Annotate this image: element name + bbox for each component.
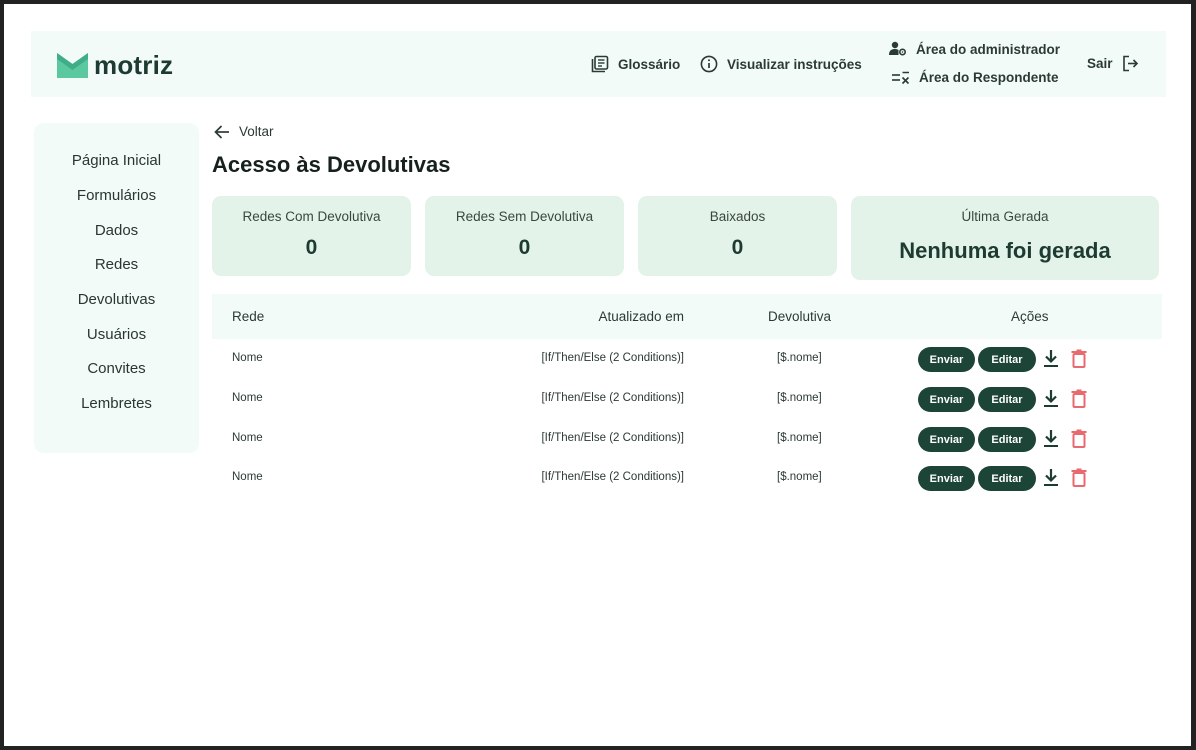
edit-button[interactable]: Editar — [978, 387, 1036, 412]
delete-icon[interactable] — [1071, 349, 1087, 368]
column-header-updated: Atualizado em — [598, 309, 684, 324]
download-icon[interactable] — [1043, 349, 1059, 368]
row-network: Nome — [232, 352, 263, 364]
column-header-feedback: Devolutiva — [768, 309, 832, 324]
delete-icon[interactable] — [1071, 468, 1087, 487]
sidebar-item-data[interactable]: Dados — [34, 222, 199, 239]
delete-icon[interactable] — [1071, 429, 1087, 448]
edit-button[interactable]: Editar — [978, 466, 1036, 491]
table-row: Nome [If/Then/Else (2 Conditions)] [$.no… — [212, 379, 1162, 419]
stat-card-last-generated: Última Gerada Nenhuma foi gerada — [851, 196, 1159, 280]
sidebar: Página Inicial Formulários Dados Redes D… — [34, 123, 199, 453]
user-gear-icon — [889, 41, 907, 56]
logout-button[interactable]: Sair — [1087, 55, 1139, 72]
stat-label: Última Gerada — [961, 209, 1049, 224]
logout-label: Sair — [1087, 56, 1113, 71]
column-header-actions: Ações — [1011, 309, 1049, 324]
table-row: Nome [If/Then/Else (2 Conditions)] [$.no… — [212, 458, 1162, 498]
table-row: Nome [If/Then/Else (2 Conditions)] [$.no… — [212, 339, 1162, 379]
row-feedback: [$.nome] — [777, 432, 822, 444]
sidebar-item-networks[interactable]: Redes — [34, 256, 199, 273]
stat-label: Redes Com Devolutiva — [242, 209, 381, 224]
send-button[interactable]: Enviar — [918, 427, 975, 452]
send-button[interactable]: Enviar — [918, 387, 975, 412]
stat-card-downloaded: Baixados 0 — [638, 196, 837, 276]
table-row: Nome [If/Then/Else (2 Conditions)] [$.no… — [212, 419, 1162, 459]
glossary-link[interactable]: Glossário — [591, 55, 680, 73]
arrow-left-icon — [214, 124, 229, 139]
download-icon[interactable] — [1043, 389, 1059, 408]
row-updated: [If/Then/Else (2 Conditions)] — [541, 471, 684, 483]
edit-button[interactable]: Editar — [978, 347, 1036, 372]
respondent-area-link[interactable]: Área do Respondente — [892, 70, 1059, 85]
table-header: Rede Atualizado em Devolutiva Ações — [212, 294, 1162, 339]
brand-name: motriz — [94, 50, 174, 80]
logout-icon — [1122, 55, 1138, 72]
stat-label: Redes Sem Devolutiva — [455, 209, 594, 224]
top-header: motriz Glossário Visualizar instruções Á… — [31, 31, 1166, 97]
row-feedback: [$.nome] — [777, 471, 822, 483]
glossary-label: Glossário — [618, 56, 681, 72]
send-button[interactable]: Enviar — [918, 347, 975, 372]
send-button[interactable]: Enviar — [918, 466, 975, 491]
instructions-link[interactable]: Visualizar instruções — [700, 55, 862, 73]
respondent-area-label: Área do Respondente — [919, 70, 1059, 85]
sidebar-item-forms[interactable]: Formulários — [34, 187, 199, 204]
row-updated: [If/Then/Else (2 Conditions)] — [541, 432, 684, 444]
row-feedback: [$.nome] — [777, 352, 822, 364]
book-icon — [591, 55, 609, 73]
stat-label: Baixados — [709, 209, 766, 224]
brand-logo[interactable]: motriz — [57, 50, 173, 81]
back-link[interactable]: Voltar — [214, 124, 274, 139]
column-header-network: Rede — [232, 309, 265, 324]
sidebar-item-feedback[interactable]: Devolutivas — [34, 291, 199, 308]
page-title: Acesso às Devolutivas — [212, 152, 451, 177]
info-icon — [700, 55, 718, 73]
checklist-icon — [892, 71, 910, 84]
sidebar-item-invites[interactable]: Convites — [34, 360, 199, 377]
stat-card-with-feedback: Redes Com Devolutiva 0 — [212, 196, 411, 276]
row-updated: [If/Then/Else (2 Conditions)] — [541, 392, 684, 404]
instructions-label: Visualizar instruções — [727, 56, 862, 72]
edit-button[interactable]: Editar — [978, 427, 1036, 452]
row-updated: [If/Then/Else (2 Conditions)] — [541, 352, 684, 364]
row-network: Nome — [232, 471, 263, 483]
download-icon[interactable] — [1043, 429, 1059, 448]
stat-card-without-feedback: Redes Sem Devolutiva 0 — [425, 196, 624, 276]
stat-value: 0 — [731, 236, 744, 259]
sidebar-item-home[interactable]: Página Inicial — [34, 152, 199, 169]
sidebar-item-reminders[interactable]: Lembretes — [34, 395, 199, 412]
back-label: Voltar — [239, 124, 274, 139]
row-feedback: [$.nome] — [777, 392, 822, 404]
download-icon[interactable] — [1043, 468, 1059, 487]
motriz-logo-icon — [57, 53, 88, 78]
admin-area-link[interactable]: Área do administrador — [889, 41, 1060, 57]
sidebar-item-users[interactable]: Usuários — [34, 326, 199, 343]
stat-value: Nenhuma foi gerada — [899, 238, 1111, 263]
row-network: Nome — [232, 432, 263, 444]
row-network: Nome — [232, 392, 263, 404]
stat-value: 0 — [305, 236, 318, 259]
admin-area-label: Área do administrador — [916, 41, 1061, 57]
stat-value: 0 — [518, 236, 531, 259]
delete-icon[interactable] — [1071, 389, 1087, 408]
